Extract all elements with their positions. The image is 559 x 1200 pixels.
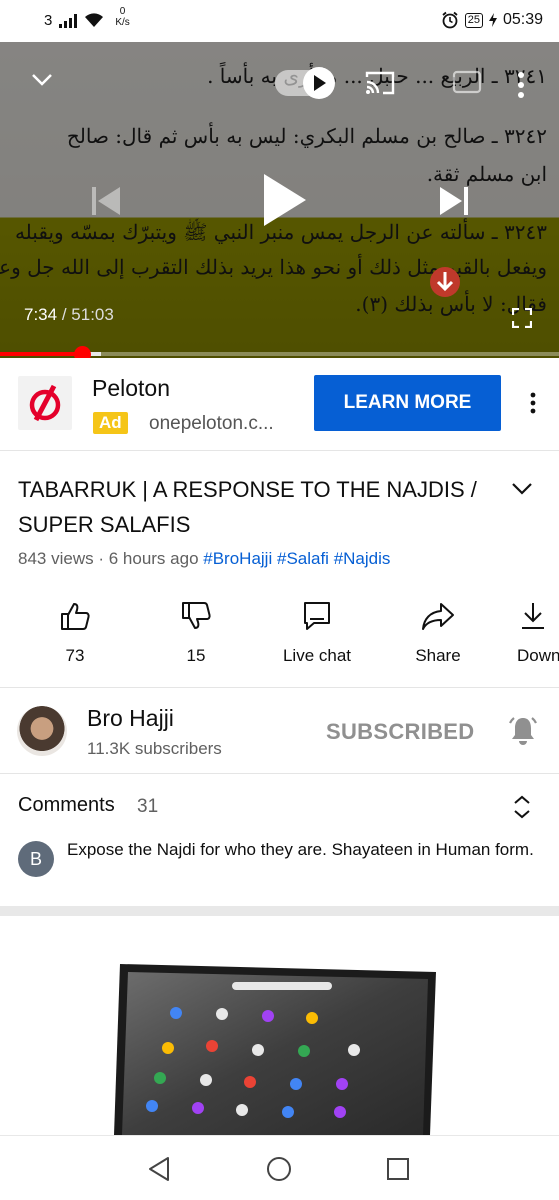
download-icon xyxy=(522,603,544,629)
network-speed-value: 0 xyxy=(119,5,126,17)
divider xyxy=(0,773,559,774)
ad-banner[interactable]: Peloton Ad onepeloton.c... LEARN MORE xyxy=(0,358,559,451)
thumbs-up-icon xyxy=(61,603,90,630)
current-time: 7:34 xyxy=(24,305,58,324)
home-icon[interactable] xyxy=(266,1156,292,1182)
battery-indicator: 25 xyxy=(464,12,483,28)
laptop-promo-image xyxy=(114,964,436,1135)
alarm-icon xyxy=(442,11,458,29)
status-bar: 3 0 K/s 25 05:39 xyxy=(0,0,559,42)
comments-count: 31 xyxy=(137,796,159,817)
live-chat-icon xyxy=(304,602,330,630)
expand-comments-icon[interactable] xyxy=(512,794,532,820)
battery-level: 25 xyxy=(467,13,480,26)
peloton-logo xyxy=(18,376,72,430)
live-chat-label: Live chat xyxy=(282,646,352,665)
recents-icon[interactable] xyxy=(386,1157,410,1181)
commenter-avatar[interactable]: B xyxy=(18,841,54,877)
action-bar: 73 15 Live chat Share Down xyxy=(0,600,559,670)
notification-bell-icon[interactable] xyxy=(506,714,540,748)
divider xyxy=(0,687,559,688)
thumbs-down-icon xyxy=(182,602,211,629)
sim-indicator: 3 xyxy=(44,12,53,29)
ad-title: Peloton xyxy=(92,375,171,401)
minimize-chevron-icon[interactable] xyxy=(30,72,54,88)
peloton-logo-icon xyxy=(29,384,61,422)
video-player[interactable]: ٣٢٤١ ـ الربيع ... حنبل ... ما أرى به بأس… xyxy=(0,42,559,358)
autoplay-play-icon xyxy=(314,75,326,91)
download-button[interactable]: Down xyxy=(514,600,559,666)
autoplay-toggle[interactable] xyxy=(275,67,335,99)
subscribed-button[interactable]: SUBSCRIBED xyxy=(326,719,474,745)
network-speed: 0 K/s xyxy=(115,6,129,28)
network-speed-unit: K/s xyxy=(115,16,130,28)
fullscreen-icon[interactable] xyxy=(512,308,532,328)
download-label: Down xyxy=(517,646,559,665)
video-title[interactable]: TABARRUK | A RESPONSE TO THE NAJDIS / SU… xyxy=(18,472,488,542)
meta-dot: · xyxy=(98,549,109,568)
more-options-icon[interactable] xyxy=(517,72,525,98)
hashtag[interactable]: #Salafi xyxy=(277,549,329,568)
time-separator: / xyxy=(61,305,67,324)
signal-icon xyxy=(59,13,78,28)
comments-heading[interactable]: Comments xyxy=(18,794,115,817)
video-meta: 843 views · 6 hours ago #BroHajji #Salaf… xyxy=(18,549,390,569)
learn-more-button[interactable]: LEARN MORE xyxy=(314,375,501,431)
dislike-count: 15 xyxy=(186,646,206,665)
playback-time: 7:34 / 51:03 xyxy=(24,305,114,325)
system-nav-bar xyxy=(0,1135,559,1200)
subscriber-count: 11.3K subscribers xyxy=(87,739,222,758)
status-left: 3 0 K/s xyxy=(44,6,130,30)
view-count: 843 views xyxy=(18,549,94,568)
share-icon xyxy=(422,603,454,630)
like-count: 73 xyxy=(65,646,85,665)
wifi-icon xyxy=(85,13,104,27)
share-label: Share xyxy=(415,646,461,665)
cast-icon[interactable] xyxy=(365,70,395,96)
section-separator xyxy=(0,906,559,916)
play-icon[interactable] xyxy=(262,172,308,228)
channel-avatar[interactable] xyxy=(17,706,67,756)
next-icon[interactable] xyxy=(438,185,470,217)
hashtag[interactable]: #BroHajji xyxy=(203,549,272,568)
back-icon[interactable] xyxy=(147,1156,171,1182)
channel-name[interactable]: Bro Hajji xyxy=(87,705,174,732)
live-chat-button[interactable]: Live chat xyxy=(276,600,358,666)
duration: 51:03 xyxy=(71,305,114,324)
captions-icon[interactable] xyxy=(452,70,482,94)
progress-played xyxy=(0,352,83,356)
top-comment-text[interactable]: Expose the Najdi for who they are. Shaya… xyxy=(67,836,547,864)
ad-badge: Ad xyxy=(93,412,128,434)
ad-url: onepeloton.c... xyxy=(149,413,274,434)
like-button[interactable]: 73 xyxy=(45,600,105,666)
download-arrow-icon xyxy=(430,267,460,297)
upload-age: 6 hours ago xyxy=(108,549,199,568)
status-right: 25 05:39 xyxy=(441,11,543,29)
clock: 05:39 xyxy=(502,11,543,28)
ad-more-icon[interactable] xyxy=(530,392,536,414)
dislike-button[interactable]: 15 xyxy=(166,600,226,666)
share-button[interactable]: Share xyxy=(408,600,468,666)
autoplay-knob xyxy=(303,67,335,99)
previous-icon xyxy=(92,187,120,215)
expand-description-icon[interactable] xyxy=(509,475,535,501)
charging-icon xyxy=(488,13,497,27)
hashtag[interactable]: #Najdis xyxy=(334,549,391,568)
